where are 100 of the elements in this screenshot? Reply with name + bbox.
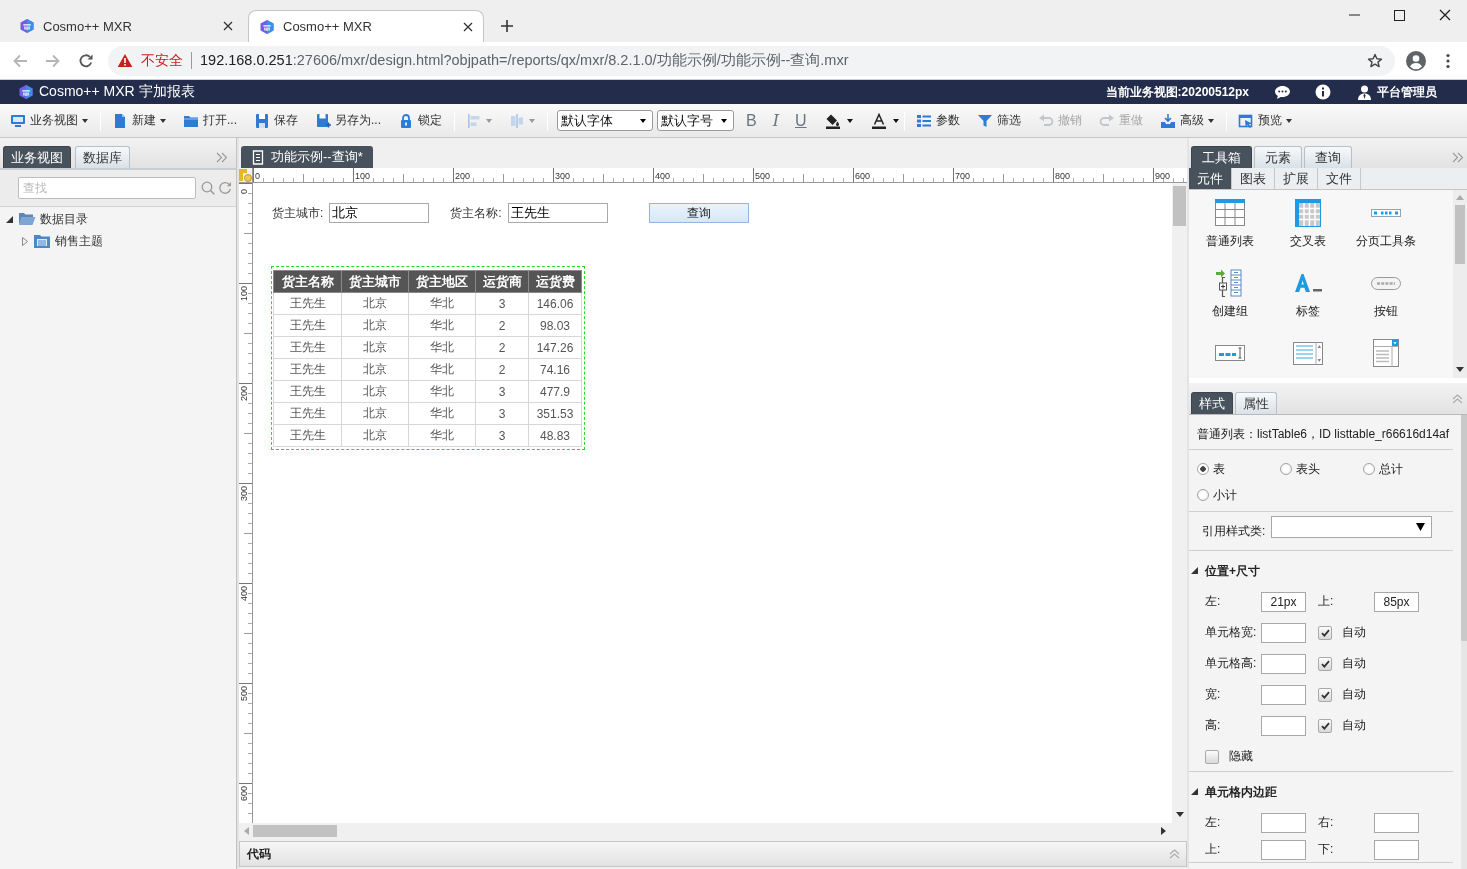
checkbox[interactable] (1205, 749, 1219, 764)
double-chevron-up-icon[interactable] (1169, 849, 1180, 859)
info-icon[interactable] (1315, 84, 1331, 100)
toolbar-button[interactable]: 业务视图 (8, 108, 90, 133)
more-icon[interactable] (1446, 52, 1450, 69)
input-field[interactable]: 85px (1374, 591, 1419, 612)
ruler-corner-icon[interactable] (239, 168, 252, 182)
star-icon[interactable] (1367, 52, 1383, 69)
arrow-left-icon[interactable] (244, 827, 249, 835)
plus-icon[interactable] (500, 19, 514, 33)
component-item[interactable]: 交叉表 (1269, 190, 1347, 260)
reload-icon[interactable] (77, 52, 94, 69)
fill-color-button[interactable] (824, 112, 853, 129)
toolbar-button[interactable]: 筛选 (974, 108, 1023, 133)
arrow-up-icon[interactable] (1456, 195, 1464, 200)
toolbar-button[interactable]: 预览 (1235, 108, 1294, 133)
panel-tab[interactable]: 样式 (1191, 392, 1233, 414)
double-chevron-up-icon[interactable] (1452, 393, 1463, 404)
sub-tab[interactable]: 文件 (1318, 168, 1361, 189)
checkbox[interactable] (1318, 656, 1332, 671)
format-button[interactable]: B (746, 110, 757, 131)
tree-item[interactable]: 销售主题 (33, 232, 103, 250)
sub-tab[interactable]: 扩展 (1275, 168, 1318, 189)
panel-tab[interactable]: 数据库 (75, 146, 130, 168)
sub-tab[interactable]: 元件 (1189, 168, 1232, 189)
refresh-icon[interactable] (218, 181, 232, 195)
scrollbar-thumb[interactable] (1455, 205, 1465, 264)
document-tab[interactable]: 功能示例--查询* (241, 146, 373, 168)
arrow-down-icon[interactable] (1175, 812, 1184, 817)
font-color-button[interactable] (870, 112, 899, 129)
panel-tab[interactable]: 属性 (1235, 392, 1277, 414)
radio-button[interactable] (1197, 463, 1209, 475)
checkbox[interactable] (1318, 625, 1332, 640)
input-field[interactable] (1261, 839, 1306, 860)
input-field[interactable]: 21px (1261, 591, 1306, 612)
toolbar-button[interactable]: 参数 (913, 108, 962, 133)
browser-tab[interactable]: Cosmo++ MXR (248, 10, 484, 42)
radio-button[interactable] (1280, 463, 1292, 475)
arrow-down-icon[interactable] (1456, 367, 1464, 372)
toolbar-button[interactable]: 保存 (252, 108, 300, 133)
checkmark-icon (1320, 628, 1330, 637)
maximize-icon[interactable] (1394, 9, 1405, 21)
report-table[interactable]: 货主名称 货主城市 货主地区 运货商 运货费 王先生 北京 华北 3 146.06 王先生 北京 华北 2 98.03 王先生 北京 华北 2 147.26 王先生 北京 华北 2 74.16 王先生 北京 华北 3 477.9 王先生 北京 华北 3 351.53 王先生 北京 华北 3 48.83 (271, 266, 585, 450)
account-icon[interactable] (1406, 50, 1426, 71)
font-select[interactable]: 默认字体 (557, 110, 654, 131)
double-chevron-icon[interactable] (216, 151, 228, 163)
toolbar-button[interactable]: 高级 (1157, 108, 1216, 133)
panel-tab[interactable]: 工具箱 (1191, 146, 1252, 168)
toolbar-button[interactable]: 新建 (110, 108, 168, 133)
panel-tab[interactable]: 元素 (1254, 146, 1302, 168)
close-icon[interactable] (1438, 9, 1451, 21)
panel-tab[interactable]: 查询 (1304, 146, 1352, 168)
vertical-scrollbar[interactable] (1453, 190, 1467, 378)
query-button[interactable]: 查询 (648, 203, 749, 223)
font-select[interactable]: 默认字号 (657, 110, 735, 131)
chat-icon[interactable] (1274, 84, 1291, 100)
back-arrow-icon[interactable] (11, 52, 28, 69)
sub-tab[interactable]: 图表 (1232, 168, 1275, 189)
triangle-icon[interactable] (1191, 567, 1198, 574)
double-chevron-icon[interactable] (1452, 151, 1464, 163)
input-field[interactable]: 王先生 (507, 203, 608, 223)
forward-arrow-icon[interactable] (44, 52, 61, 69)
component-item[interactable]: 普通列表 (1191, 190, 1269, 260)
checkbox[interactable] (1318, 718, 1332, 733)
input-field[interactable]: 北京 (329, 203, 430, 223)
input-field[interactable] (1261, 812, 1306, 833)
toolbar-button[interactable]: 另存为... (313, 108, 384, 133)
input-field[interactable] (1374, 839, 1419, 860)
format-button[interactable]: I (772, 110, 780, 131)
component-item[interactable]: 按钮 (1347, 260, 1425, 330)
vertical-scrollbar[interactable] (1461, 415, 1467, 869)
radio-button[interactable] (1197, 489, 1209, 501)
browser-tab[interactable]: Cosmo++ MXR (8, 10, 244, 42)
radio-button[interactable] (1363, 463, 1375, 475)
triangle-icon[interactable] (1191, 788, 1198, 795)
arrow-right-icon[interactable] (1161, 827, 1166, 835)
input-field[interactable] (1261, 622, 1306, 643)
input-field[interactable] (1261, 684, 1306, 705)
style-class-select[interactable] (1271, 516, 1432, 538)
close-icon[interactable] (223, 21, 233, 31)
user-name[interactable]: 平台管理员 (1377, 83, 1437, 101)
component-item[interactable]: 创建组 (1191, 260, 1269, 330)
panel-tab[interactable]: 业务视图 (3, 146, 71, 168)
input-field[interactable] (1261, 653, 1306, 674)
close-icon[interactable] (463, 21, 473, 32)
search-icon[interactable] (201, 181, 215, 195)
address-bar[interactable]: 不安全 192.168.0.251:27606/mxr/design.html?objpath=/reports/qx/mxr/8.2.1.0/功能示例/功能示例--查询.mxr (108, 45, 1395, 76)
scrollbar-thumb[interactable] (1173, 186, 1186, 226)
tree-item[interactable]: 数据目录 (18, 210, 88, 228)
checkbox[interactable] (1318, 687, 1332, 702)
component-item[interactable]: 分页工具条 (1347, 190, 1425, 260)
scrollbar-thumb[interactable] (1461, 415, 1467, 641)
format-button[interactable]: U (795, 110, 807, 131)
triangle-icon[interactable] (6, 215, 13, 223)
scrollbar-thumb[interactable] (253, 825, 337, 837)
toolbar-button[interactable]: 锁定 (396, 108, 445, 133)
component-item[interactable]: 标签 (1269, 260, 1347, 330)
input-field[interactable] (1261, 715, 1306, 736)
toolbar-button[interactable]: 打开... (181, 108, 239, 133)
input-field[interactable] (1374, 812, 1419, 833)
